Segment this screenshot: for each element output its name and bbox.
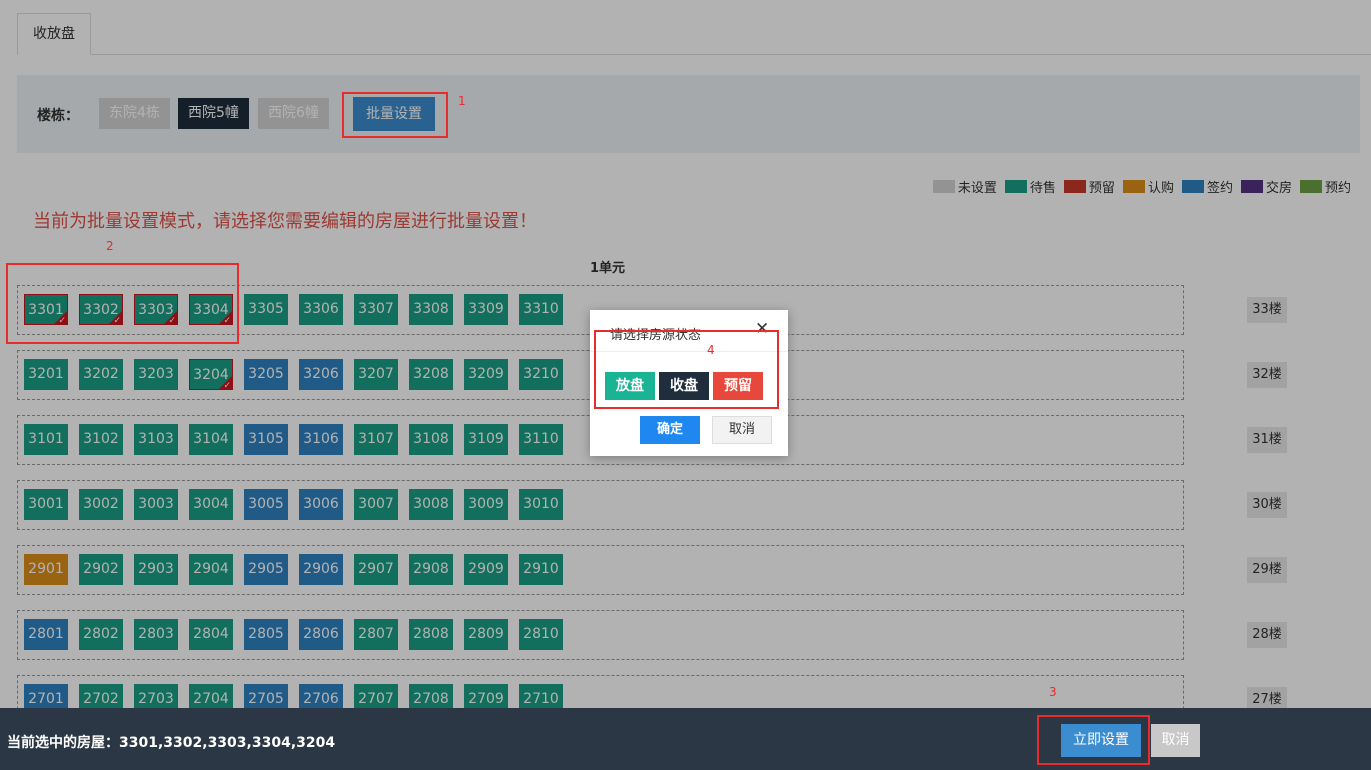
modal-cancel-button[interactable]: 取消 [712,416,772,444]
bottom-action-bar: 当前选中的房屋：3301,3302,3303,3304,3204 立即设置 取消 [0,708,1371,770]
modal-ok-button[interactable]: 确定 [640,416,700,444]
highlight-box-3 [1037,715,1150,765]
annotation-2: 2 [106,239,114,253]
bottom-cancel-button[interactable]: 取消 [1151,724,1200,757]
highlight-box-4 [594,330,779,409]
highlight-box-2 [6,263,239,344]
annotation-3: 3 [1049,685,1057,699]
selected-rooms-text: 当前选中的房屋：3301,3302,3303,3304,3204 [7,735,336,751]
annotation-1: 1 [458,94,466,108]
app-root: 收放盘 楼栋： 东院4栋 西院5幢 西院6幢 批量设置 未设置 待售 预留 认购 签约交… [0,0,1371,770]
annotation-4: 4 [707,343,715,357]
highlight-box-1 [342,92,448,138]
